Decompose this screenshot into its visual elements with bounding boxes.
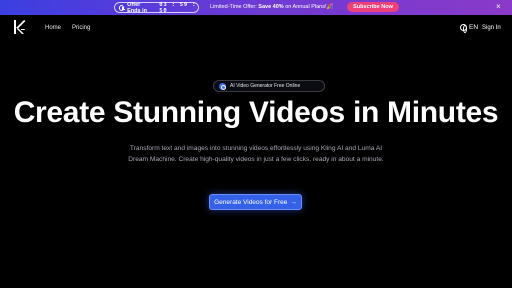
- promo-message: Limited-Time Offer: Save 40% on Annual P…: [210, 4, 333, 10]
- badge-text: AI Video Generator Free Online: [230, 83, 301, 89]
- promo-banner: Offer Ends in 03 : 59 : 50 Limited-Time …: [0, 0, 512, 15]
- globe-icon: [460, 24, 467, 33]
- generate-videos-button[interactable]: Generate Videos for Free →: [209, 194, 302, 210]
- nav-home-link[interactable]: Home: [45, 25, 61, 31]
- cta-label: Generate Videos for Free: [214, 198, 288, 206]
- language-selector[interactable]: EN: [460, 24, 479, 33]
- badge-icon: [219, 82, 226, 90]
- hero-badge: AI Video Generator Free Online: [213, 80, 325, 92]
- clock-icon: [119, 4, 125, 11]
- hero-headline: Create Stunning Videos in Minutes: [13, 96, 499, 129]
- offer-label: Offer Ends in: [127, 1, 148, 14]
- language-label: EN: [469, 24, 479, 31]
- hero-description: Transform text and images into stunning …: [128, 145, 384, 163]
- sign-in-link[interactable]: Sign In: [482, 25, 501, 31]
- countdown-timer: 03 : 59 : 50: [159, 1, 197, 14]
- arrow-right-icon: →: [290, 198, 297, 206]
- promo-message-suffix: on Annual Plans!🎉: [283, 4, 334, 10]
- nav-pricing-link[interactable]: Pricing: [72, 25, 90, 31]
- offer-countdown-pill: Offer Ends in 03 : 59 : 50: [114, 1, 199, 14]
- close-icon[interactable]: ×: [496, 3, 501, 11]
- promo-message-prefix: Limited-Time Offer:: [210, 4, 259, 10]
- k-logo-icon[interactable]: [12, 19, 26, 35]
- promo-message-discount: Save 40%: [258, 4, 284, 10]
- subscribe-now-button[interactable]: Subscribe Now: [347, 2, 399, 12]
